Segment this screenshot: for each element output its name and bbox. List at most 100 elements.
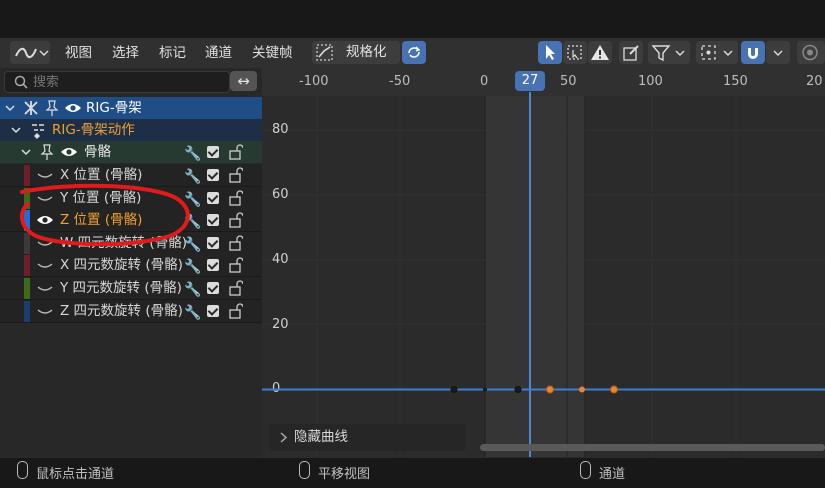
- pivot-dropdown[interactable]: [696, 41, 738, 64]
- wrench-icon[interactable]: 🔧: [184, 143, 201, 165]
- normals-button[interactable]: [619, 41, 643, 64]
- warning-icon: [591, 45, 609, 60]
- mouse-middle-icon: [299, 461, 310, 479]
- keyframe-point[interactable]: [514, 386, 522, 393]
- only-selected-button[interactable]: [538, 41, 562, 64]
- show-hidden-button[interactable]: [563, 41, 587, 64]
- chevron-right-icon: [280, 432, 288, 443]
- y-tick: 40: [272, 252, 289, 267]
- mute-checkbox[interactable]: [207, 214, 219, 226]
- eye-icon[interactable]: [60, 141, 78, 163]
- object-name: RIG-骨架: [86, 100, 142, 116]
- wrench-icon[interactable]: 🔧: [184, 302, 201, 324]
- chevron-down-icon[interactable]: [4, 97, 16, 119]
- menu-select[interactable]: 选择: [112, 42, 139, 64]
- normalize-icon: [316, 44, 333, 61]
- menu-view[interactable]: 视图: [65, 42, 92, 64]
- snap-dropdown[interactable]: [766, 41, 790, 64]
- refresh-icon: [408, 46, 421, 58]
- pencil-box-icon: [623, 45, 639, 61]
- auto-normalize-button[interactable]: [402, 41, 426, 64]
- channel-color-swatch: [24, 301, 30, 322]
- wrench-icon[interactable]: 🔧: [184, 279, 201, 301]
- mute-checkbox[interactable]: [207, 237, 219, 249]
- fcurve-channel-row[interactable]: Y 四元数旋转 (骨骼) 🔧: [0, 277, 262, 300]
- y-tick: 60: [272, 187, 289, 202]
- menu-channel[interactable]: 通道: [205, 42, 232, 64]
- wrench-icon[interactable]: 🔧: [184, 256, 201, 278]
- menu-marker[interactable]: 标记: [159, 42, 186, 64]
- editor-type-button[interactable]: [10, 41, 50, 64]
- chevron-down-icon: [773, 50, 783, 56]
- mute-checkbox[interactable]: [207, 305, 219, 317]
- normalize-label: 规格化: [346, 44, 387, 60]
- channel-object-row[interactable]: RIG-骨架: [0, 97, 262, 119]
- mute-checkbox[interactable]: [207, 259, 219, 271]
- keyframe-point[interactable]: [450, 386, 458, 393]
- channel-group-row[interactable]: 骨骼 🔧: [0, 141, 262, 163]
- eye-closed-icon[interactable]: [36, 300, 54, 322]
- eye-closed-icon[interactable]: [36, 277, 54, 299]
- status-left: 鼠标点击通道: [36, 467, 115, 482]
- filter-dropdown[interactable]: [648, 41, 690, 64]
- status-bar: [0, 457, 825, 488]
- eye-icon[interactable]: [64, 97, 82, 119]
- proportional-edit-button[interactable]: [797, 41, 825, 64]
- unlock-icon[interactable]: [229, 167, 243, 183]
- mute-checkbox[interactable]: [207, 169, 219, 181]
- pin-icon[interactable]: [39, 141, 55, 163]
- keyframe-point-selected[interactable]: [546, 385, 554, 394]
- channel-action-row[interactable]: RIG-骨架动作: [0, 119, 262, 141]
- x-tick: 0: [480, 74, 489, 89]
- proportional-icon: [802, 44, 818, 61]
- status-middle: 平移视图: [318, 467, 371, 482]
- mute-checkbox[interactable]: [207, 146, 219, 158]
- only-errors-button[interactable]: [588, 41, 612, 64]
- menu-key[interactable]: 关键帧: [252, 42, 293, 64]
- search-field[interactable]: [4, 71, 230, 93]
- fcurve-channel-row[interactable]: Z 四元数旋转 (骨骼) 🔧: [0, 300, 262, 323]
- mute-checkbox[interactable]: [207, 192, 219, 204]
- hidden-curves-panel[interactable]: 隐藏曲线: [269, 424, 466, 451]
- unlock-icon[interactable]: [229, 280, 243, 296]
- mouse-right-icon: [580, 461, 591, 479]
- search-icon: [14, 75, 28, 89]
- chevron-down-icon[interactable]: [20, 141, 32, 163]
- unlock-icon[interactable]: [229, 144, 243, 160]
- y-tick: 80: [272, 122, 289, 137]
- unlock-icon[interactable]: [229, 190, 243, 206]
- unlock-icon[interactable]: [229, 235, 243, 251]
- unlock-icon[interactable]: [229, 212, 243, 228]
- normalize-toggle[interactable]: 规格化: [312, 41, 400, 64]
- magnet-icon: [748, 48, 758, 59]
- horizontal-scrollbar[interactable]: [480, 444, 825, 451]
- x-tick: 50: [560, 74, 577, 89]
- pin-icon[interactable]: [44, 97, 60, 119]
- chevron-down-icon[interactable]: [10, 119, 22, 141]
- action-icon: [32, 124, 44, 139]
- eye-closed-icon[interactable]: [36, 254, 54, 276]
- swap-arrows-icon: ↔: [237, 72, 250, 90]
- graph-editor-icon: [15, 47, 49, 59]
- unlock-icon[interactable]: [229, 303, 243, 319]
- swap-arrows-button[interactable]: ↔: [230, 71, 257, 91]
- keyframe-point-selected[interactable]: [579, 386, 585, 393]
- keyframe-point-selected[interactable]: [610, 385, 618, 394]
- x-tick: -50: [389, 74, 411, 89]
- mute-checkbox[interactable]: [207, 282, 219, 294]
- current-frame-indicator[interactable]: 27: [515, 71, 545, 91]
- keyframe-point[interactable]: [483, 387, 487, 392]
- unlock-icon[interactable]: [229, 257, 243, 273]
- x-tick: -100: [299, 74, 329, 89]
- dashed-select-icon: [567, 45, 582, 60]
- hidden-curves-label: 隐藏曲线: [294, 429, 348, 445]
- fcurve-channel-row[interactable]: X 四元数旋转 (骨骼) 🔧: [0, 254, 262, 277]
- editor-header: 视图 选择 标记 通道 关键帧 规格化: [0, 38, 825, 69]
- channel-color-swatch: [24, 278, 30, 299]
- y-tick: 20: [272, 317, 289, 332]
- snap-toggle[interactable]: [741, 41, 765, 64]
- group-name: 骨骼: [84, 144, 111, 160]
- action-name: RIG-骨架动作: [52, 122, 135, 138]
- search-input[interactable]: [33, 72, 223, 92]
- x-tick: 100: [638, 74, 663, 89]
